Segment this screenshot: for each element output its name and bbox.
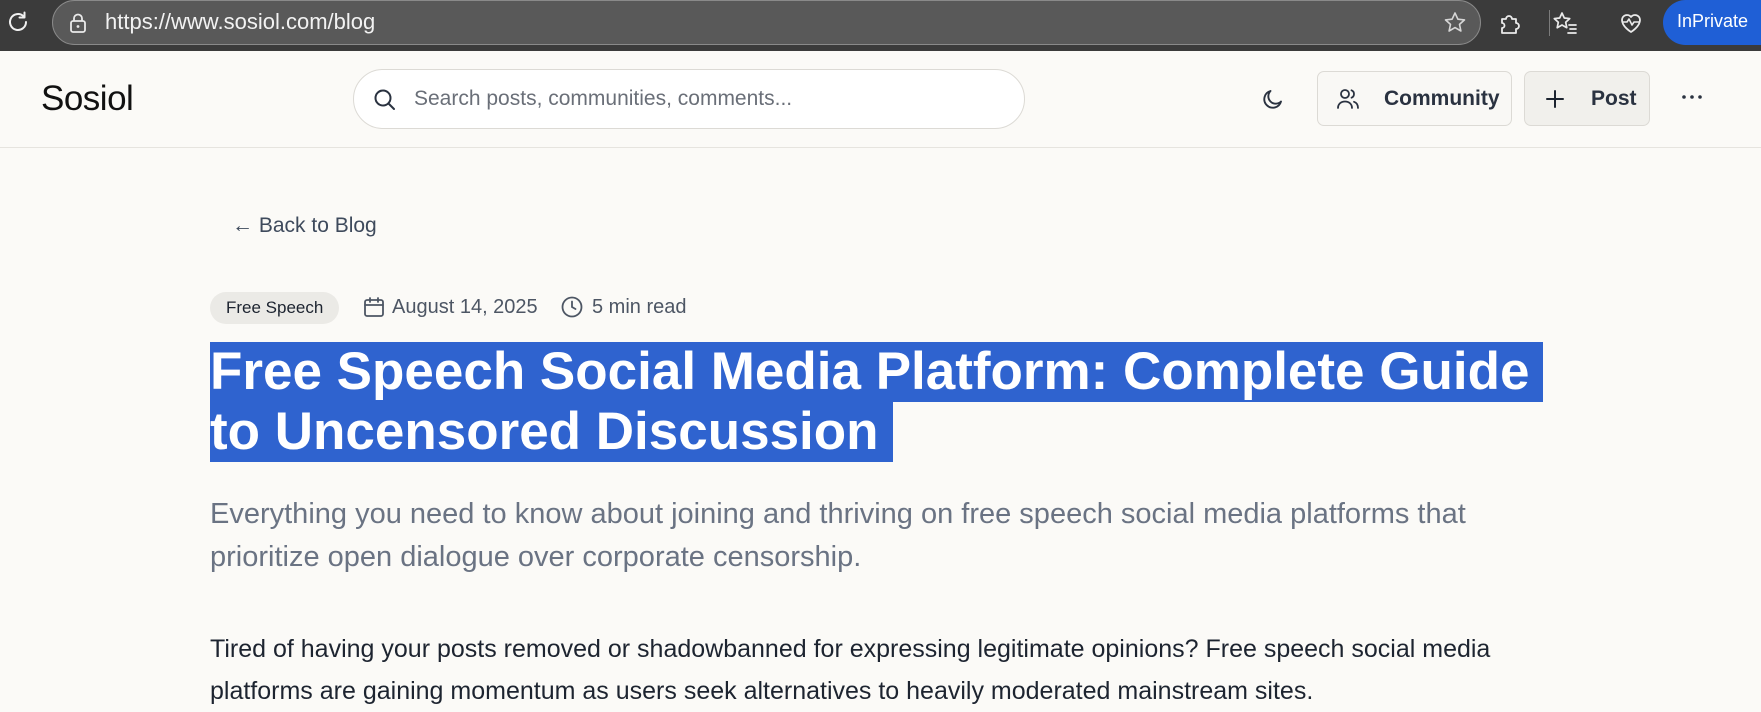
favorite-star-icon[interactable] (1442, 10, 1468, 36)
favorites-icon[interactable] (1551, 9, 1579, 37)
article-subtitle: Everything you need to know about joinin… (210, 498, 1466, 573)
inprivate-label: InPrivate (1677, 11, 1749, 31)
read-time: 5 min read (592, 296, 687, 318)
search-box[interactable] (353, 69, 1025, 129)
community-button[interactable]: Community (1317, 71, 1512, 126)
browser-toolbar: https://www.sosiol.com/blog InPrivate (0, 0, 1761, 51)
dark-mode-toggle-icon[interactable] (1260, 86, 1286, 112)
refresh-icon[interactable] (4, 8, 32, 36)
lock-icon[interactable] (67, 12, 89, 34)
search-icon (374, 89, 395, 110)
article-meta: Free Speech August 14, 2025 5 min read (210, 292, 910, 324)
category-badge[interactable]: Free Speech (210, 292, 340, 324)
article-body-paragraph: Tired of having your posts removed or sh… (210, 635, 1491, 705)
search-input[interactable] (414, 70, 1004, 128)
new-post-button[interactable]: Post (1524, 71, 1650, 126)
plus-icon (1546, 90, 1564, 108)
post-label: Post (1591, 87, 1637, 110)
clock-icon (561, 296, 583, 318)
browser-essentials-icon[interactable] (1617, 9, 1645, 37)
users-icon (1337, 89, 1359, 109)
address-bar[interactable]: https://www.sosiol.com/blog (52, 0, 1481, 45)
article-title-text: Free Speech Social Media Platform: Compl… (210, 342, 1544, 462)
back-to-blog-link[interactable]: ← Back to Blog (232, 214, 377, 238)
calendar-icon (364, 297, 384, 317)
address-url[interactable]: https://www.sosiol.com/blog (105, 9, 375, 35)
toolbar-divider (1549, 10, 1550, 36)
more-options-icon[interactable] (1679, 84, 1705, 110)
article-title: Free Speech Social Media Platform: Compl… (210, 342, 1544, 462)
site-header: Sosiol Community Post (0, 51, 1761, 148)
inprivate-button[interactable]: InPrivate (1663, 0, 1761, 45)
publish-date: August 14, 2025 (392, 296, 538, 318)
community-label: Community (1384, 87, 1500, 110)
site-logo[interactable]: Sosiol (41, 79, 134, 119)
extensions-icon[interactable] (1496, 9, 1524, 37)
